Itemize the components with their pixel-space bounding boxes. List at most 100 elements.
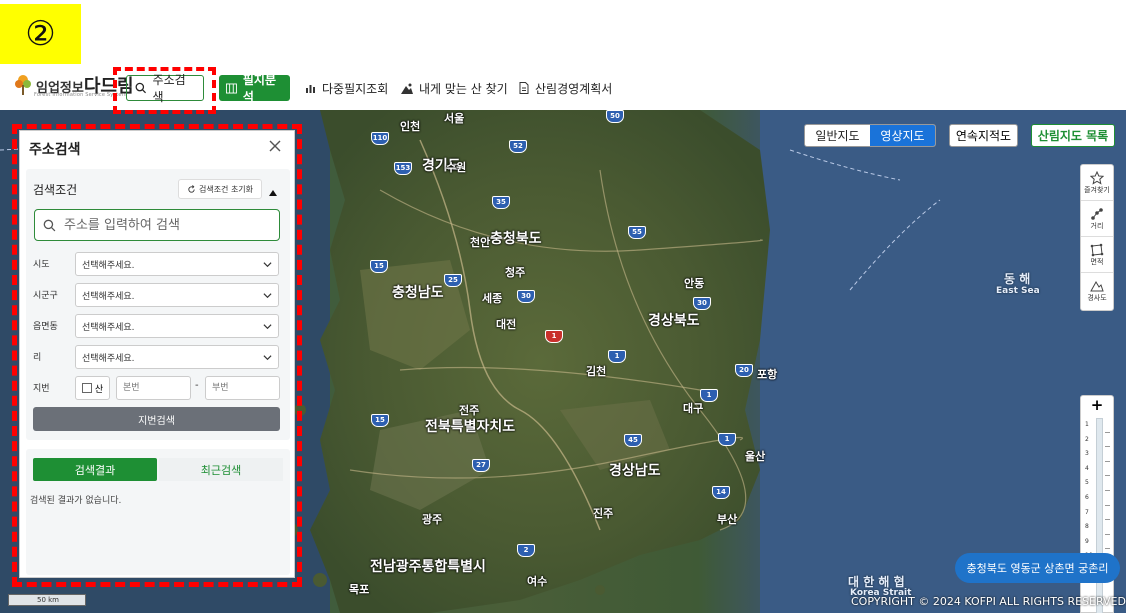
logo-tree-icon [14, 74, 32, 96]
satellite-map-button[interactable]: 영상지도 [870, 125, 935, 146]
checkbox[interactable] [81, 383, 92, 393]
map-label-city: 광주 [422, 513, 443, 526]
nav-parcel-analysis[interactable]: 필지분석 [219, 73, 290, 104]
lot-search-button[interactable]: 지번검색 [33, 407, 280, 431]
map-label-region: 전북특별자치도 [425, 419, 516, 435]
sigungu-row: 시군구 선택해주세요. [32, 283, 284, 307]
ri-select[interactable]: 선택해주세요. [75, 345, 279, 369]
ri-label: 리 [33, 353, 42, 363]
cadastral-map-button[interactable]: 연속지적도 [949, 124, 1018, 147]
document-icon [519, 82, 529, 94]
zoom-level-numbers: 1 2 3 4 5 6 7 8 9 10 [1085, 418, 1093, 564]
map-label-city: 천안 [470, 236, 491, 249]
map-label-city: 부산 [717, 513, 738, 526]
route-shield: 1 [545, 330, 563, 343]
map-label-city: 울산 [745, 450, 766, 463]
conditions-title: 검색조건 [33, 183, 78, 197]
map-label-city: 진주 [593, 507, 614, 520]
map-label-region: 충청남도 [392, 285, 444, 301]
route-shield: 35 [492, 196, 510, 209]
sido-value: 선택해주세요. [82, 260, 135, 271]
slope-button[interactable]: 경사도 [1081, 273, 1113, 309]
nav-find-mountain-label: 내게 맞는 산 찾기 [419, 81, 508, 96]
route-shield: 30 [693, 297, 711, 310]
map-label-city: 목포 [349, 583, 370, 596]
search-results: 검색결과 최근검색 검색된 결과가 없습니다. [26, 449, 290, 575]
tab-recent-searches[interactable]: 최근검색 [159, 458, 283, 481]
route-shield: 1 [718, 433, 736, 446]
favorites-label: 즐겨찾기 [1084, 185, 1110, 194]
route-shield: 1 [700, 389, 718, 402]
route-shield: 110 [371, 132, 389, 145]
current-location-pill[interactable]: 충청북도 영동군 상촌면 궁촌리 [955, 553, 1120, 583]
ri-row: 리 선택해주세요. [32, 345, 284, 369]
nav-address-search[interactable]: 주소검색 [126, 73, 204, 104]
eupmyeondong-label: 읍면동 [33, 322, 58, 332]
map-type-toggle: 일반지도 영상지도 [804, 124, 936, 147]
route-shield: 15 [371, 414, 389, 427]
nav-find-mountain[interactable]: 내게 맞는 산 찾기 [401, 75, 508, 101]
nav-parcel-analysis-label: 필지분석 [242, 73, 277, 104]
mountain-person-icon [401, 83, 413, 94]
close-icon[interactable] [268, 138, 282, 152]
map-label-city: 세종 [482, 292, 503, 305]
route-shield: 25 [444, 274, 462, 287]
forest-map-list-button[interactable]: 산림지도 목록 [1031, 124, 1115, 147]
map-label-city: 수원 [446, 161, 467, 174]
map-label-city: 대전 [496, 318, 517, 331]
reset-conditions-button[interactable]: 검색조건 초기화 [178, 179, 262, 199]
map-label-city: 청주 [505, 266, 526, 279]
nav-address-search-label: 주소검색 [152, 73, 186, 104]
map-label-city: 포항 [757, 368, 778, 381]
address-search-field[interactable] [64, 217, 264, 233]
map-label-sea: 동 해 [1004, 272, 1031, 286]
zoom-slider-track[interactable] [1096, 418, 1103, 613]
favorites-button[interactable]: 즐겨찾기 [1081, 165, 1113, 201]
star-icon [1090, 170, 1104, 185]
route-shield: 52 [509, 140, 527, 153]
zoom-level: 6 [1085, 493, 1089, 501]
zoom-level: 5 [1085, 479, 1089, 487]
general-map-button[interactable]: 일반지도 [805, 125, 870, 146]
slope-label: 경사도 [1087, 294, 1107, 302]
reset-label: 검색조건 초기화 [198, 184, 254, 194]
panel-title: 주소검색 [29, 142, 81, 158]
sub-number-input[interactable]: 부번 [205, 376, 280, 400]
lot-label: 지번 [33, 384, 50, 394]
mountain-checkbox[interactable]: 산 [75, 376, 110, 400]
zoom-level: 1 [1085, 421, 1089, 428]
step-number: ② [25, 14, 56, 54]
route-shield: 55 [628, 226, 646, 239]
chevron-down-icon [263, 324, 272, 330]
main-number-input[interactable]: 본번 [116, 376, 191, 400]
refresh-icon [188, 184, 195, 193]
sigungu-value: 선택해주세요. [82, 291, 135, 302]
nav-forest-plan[interactable]: 산림경영계획서 [519, 75, 612, 101]
area-button[interactable]: 면적 [1081, 237, 1113, 273]
collapse-triangle-icon[interactable] [268, 183, 278, 196]
bar-chart-icon [306, 84, 315, 93]
map-label-region: 경상북도 [648, 313, 700, 329]
map-label-city: 전주 [459, 404, 480, 417]
copyright-text: COPYRIGHT © 2024 KOFPI ALL RIGHTS RESERV… [851, 595, 1126, 608]
zoom-in-button[interactable]: + [1081, 396, 1113, 416]
map-label-city: 안동 [684, 277, 705, 290]
top-header: 임업정보다드림 Forest Information Service Syste… [0, 66, 1126, 110]
distance-button[interactable]: 거리 [1081, 201, 1113, 237]
eupmyeondong-select[interactable]: 선택해주세요. [75, 314, 279, 338]
chevron-down-icon [263, 262, 272, 268]
zoom-ticks [1105, 418, 1111, 564]
sido-row: 시도 선택해주세요. [32, 252, 284, 276]
sigungu-select[interactable]: 선택해주세요. [75, 283, 279, 307]
sido-label: 시도 [33, 260, 50, 270]
map-label-city: 김천 [586, 365, 607, 378]
nav-multi-parcel[interactable]: 다중필지조회 [305, 75, 388, 101]
address-search-input[interactable] [34, 209, 280, 241]
map-scale-bar: 50 km [8, 594, 86, 606]
search-conditions: 검색조건 검색조건 초기화 시도 선택해주세요. 시군구 [26, 169, 290, 440]
map-label-city: 대구 [683, 402, 704, 415]
chevron-down-icon [263, 293, 272, 299]
sido-select[interactable]: 선택해주세요. [75, 252, 279, 276]
zoom-level: 4 [1085, 464, 1089, 472]
tab-search-results[interactable]: 검색결과 [33, 458, 157, 481]
